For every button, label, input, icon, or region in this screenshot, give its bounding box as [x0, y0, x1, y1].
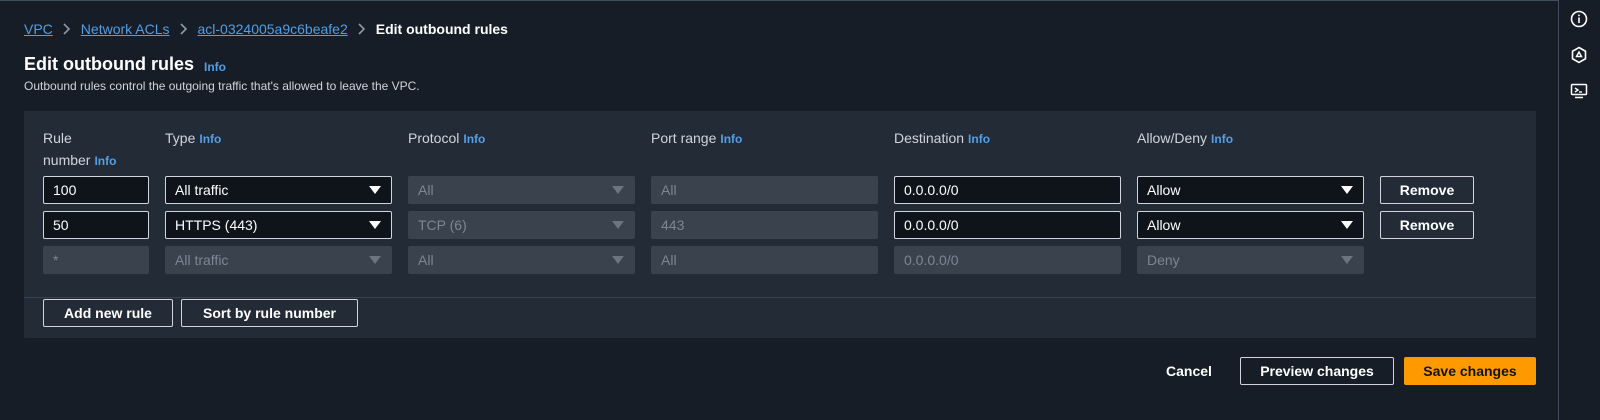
column-header-protocol: Protocol Info — [408, 127, 485, 150]
chevron-right-icon — [170, 23, 198, 35]
sort-by-rule-number-button[interactable]: Sort by rule number — [181, 299, 358, 327]
remove-rule-button[interactable]: Remove — [1380, 211, 1474, 239]
port-range-info-link[interactable]: Info — [720, 132, 742, 146]
allow-deny-select-value: Deny — [1147, 252, 1180, 268]
protocol-select-value: All — [418, 182, 434, 198]
allow-deny-select[interactable]: Allow — [1137, 211, 1364, 239]
protocol-select: All — [408, 246, 635, 274]
type-select[interactable]: All traffic — [165, 176, 392, 204]
caret-down-icon — [1341, 221, 1353, 229]
allow-deny-select: Deny — [1137, 246, 1364, 274]
caret-down-icon — [612, 256, 624, 264]
column-header-rule-number: Rule number Info — [43, 127, 116, 172]
destination-info-link[interactable]: Info — [968, 132, 990, 146]
rule-number-info-link[interactable]: Info — [94, 154, 116, 168]
caret-down-icon — [1341, 256, 1353, 264]
info-icon[interactable] — [1569, 9, 1589, 29]
settings-hexagon-icon[interactable] — [1569, 45, 1589, 65]
caret-down-icon — [1341, 186, 1353, 194]
column-header-type: Type Info — [165, 127, 221, 150]
column-header-label: Type — [165, 130, 196, 146]
destination-input: 0.0.0.0/0 — [894, 246, 1121, 274]
type-select: All traffic — [165, 246, 392, 274]
page-description: Outbound rules control the outgoing traf… — [24, 79, 420, 93]
caret-down-icon — [369, 221, 381, 229]
chevron-right-icon — [53, 23, 81, 35]
breadcrumb-vpc-link[interactable]: VPC — [24, 21, 53, 37]
destination-input[interactable]: 0.0.0.0/0 — [894, 176, 1121, 204]
type-select-value: All traffic — [175, 182, 229, 198]
type-select[interactable]: HTTPS (443) — [165, 211, 392, 239]
column-header-label: Port range — [651, 130, 717, 146]
panel-divider — [24, 297, 1536, 298]
feedback-screen-icon[interactable] — [1569, 81, 1589, 101]
rule-number-input: * — [43, 246, 149, 274]
remove-rule-button[interactable]: Remove — [1380, 176, 1474, 204]
rule-number-input[interactable]: 100 — [43, 176, 149, 204]
preview-changes-button[interactable]: Preview changes — [1240, 357, 1394, 385]
allow-deny-select-value: Allow — [1147, 217, 1181, 233]
protocol-select-value: TCP (6) — [418, 217, 467, 233]
rule-number-input[interactable]: 50 — [43, 211, 149, 239]
type-select-value: All traffic — [175, 252, 229, 268]
destination-input[interactable]: 0.0.0.0/0 — [894, 211, 1121, 239]
port-range-input: 443 — [651, 211, 878, 239]
column-header-label: Protocol — [408, 130, 460, 146]
page-title: Edit outbound rules — [24, 54, 194, 74]
allow-deny-info-link[interactable]: Info — [1211, 132, 1233, 146]
protocol-select: All — [408, 176, 635, 204]
save-changes-button[interactable]: Save changes — [1404, 357, 1536, 385]
port-range-input: All — [651, 246, 878, 274]
caret-down-icon — [369, 186, 381, 194]
rules-panel: Rule number Info Type Info Protocol Info Po… — [24, 111, 1536, 338]
main-content: VPC Network ACLs acl-0324005a9c6beafe2 E… — [0, 0, 1558, 420]
type-info-link[interactable]: Info — [199, 132, 221, 146]
column-header-label: number — [43, 152, 91, 168]
protocol-info-link[interactable]: Info — [463, 132, 485, 146]
column-header-label: Destination — [894, 130, 965, 146]
port-range-input: All — [651, 176, 878, 204]
protocol-select: TCP (6) — [408, 211, 635, 239]
cancel-button[interactable]: Cancel — [1160, 357, 1218, 385]
caret-down-icon — [612, 186, 624, 194]
add-new-rule-button[interactable]: Add new rule — [43, 299, 173, 327]
breadcrumb-network-acls-link[interactable]: Network ACLs — [81, 21, 170, 37]
breadcrumb: VPC Network ACLs acl-0324005a9c6beafe2 E… — [24, 19, 508, 39]
allow-deny-select-value: Allow — [1147, 182, 1181, 198]
column-header-label: Rule — [43, 130, 72, 146]
caret-down-icon — [612, 221, 624, 229]
column-header-allow-deny: Allow/Deny Info — [1137, 127, 1233, 150]
chevron-right-icon — [348, 23, 376, 35]
type-select-value: HTTPS (443) — [175, 217, 258, 233]
title-info-link[interactable]: Info — [204, 60, 226, 74]
caret-down-icon — [369, 256, 381, 264]
protocol-select-value: All — [418, 252, 434, 268]
utility-rail — [1558, 0, 1600, 420]
breadcrumb-current: Edit outbound rules — [375, 21, 508, 37]
allow-deny-select[interactable]: Allow — [1137, 176, 1364, 204]
breadcrumb-acl-link[interactable]: acl-0324005a9c6beafe2 — [198, 21, 348, 37]
column-header-label: Allow/Deny — [1137, 130, 1208, 146]
column-header-port-range: Port range Info — [651, 127, 742, 150]
column-header-destination: Destination Info — [894, 127, 990, 150]
